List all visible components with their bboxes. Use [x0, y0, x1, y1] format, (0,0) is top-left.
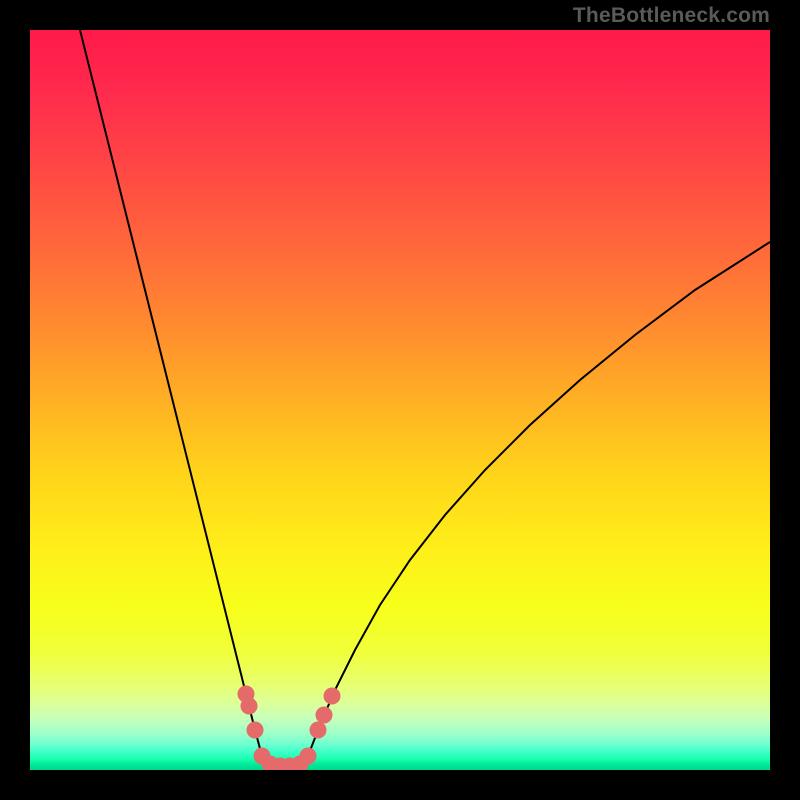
chart-container: TheBottleneck.com — [0, 0, 800, 800]
marker-point — [247, 722, 263, 738]
bottleneck-curve — [80, 30, 770, 766]
marker-point — [310, 722, 326, 738]
watermark-text: TheBottleneck.com — [573, 4, 770, 28]
curve-layer — [30, 30, 770, 770]
marker-point — [300, 748, 316, 764]
marker-point — [324, 688, 340, 704]
marker-point — [316, 707, 332, 723]
plot-area — [30, 30, 770, 770]
marker-point — [241, 698, 257, 714]
marker-group — [238, 686, 340, 770]
